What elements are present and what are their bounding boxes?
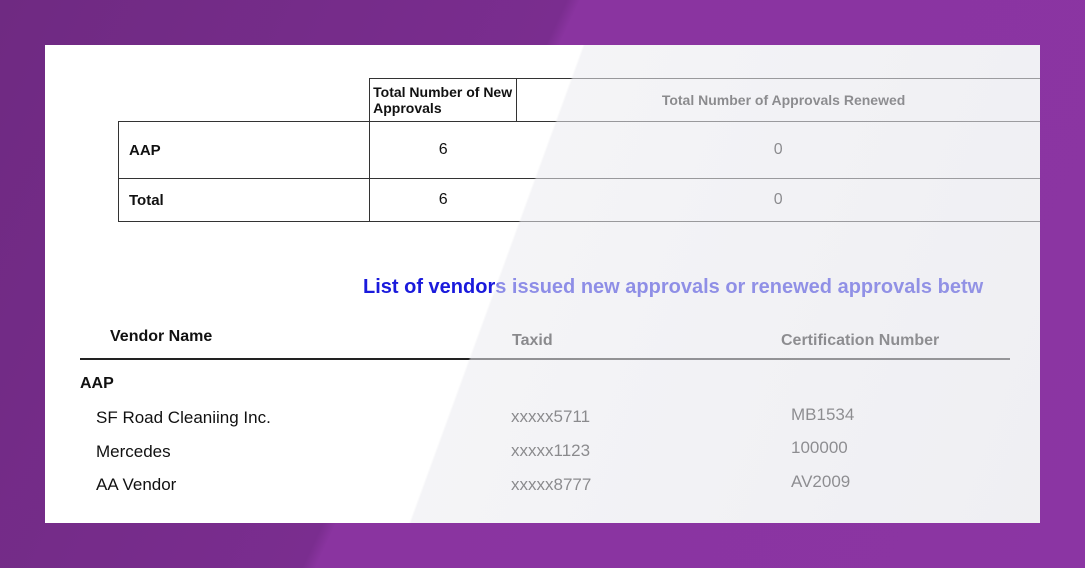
- vendor-name-3: AA Vendor: [96, 475, 177, 494]
- vendor-cert-2: 100000: [791, 438, 848, 457]
- summary-header-row: Total Number of New Approvals Total Numb…: [119, 78, 1040, 122]
- summary-row-aap: AAP 6 0: [117, 121, 1040, 179]
- header-divider: [80, 358, 1010, 360]
- total-new-approvals: 6: [369, 178, 517, 222]
- summary-corner: [119, 79, 370, 122]
- vendor-cert-3: AV2009: [791, 472, 851, 491]
- vendor-cert-1: MB1534: [791, 405, 855, 424]
- summary-table: Total Number of New Approvals Total Numb…: [117, 78, 1040, 222]
- column-header-certification-number: Certification Number: [781, 332, 940, 349]
- vendor-group-label: AAP: [80, 375, 114, 392]
- total-approvals-renewed: 0: [516, 178, 1040, 222]
- vendor-taxid-3: xxxxx8777: [511, 475, 592, 494]
- vendor-list-title: List of vendors issued new approvals or …: [363, 276, 984, 298]
- row-label-total: Total: [117, 178, 371, 222]
- column-header-taxid: Taxid: [512, 332, 553, 349]
- vendor-name-1: SF Road Cleaniing Inc.: [96, 408, 271, 427]
- row-label-aap: AAP: [117, 121, 371, 179]
- header-approvals-renewed: Total Number of Approvals Renewed: [516, 78, 1040, 122]
- vendor-name-2: Mercedes: [96, 442, 171, 461]
- header-new-approvals: Total Number of New Approvals: [369, 78, 517, 122]
- vendor-taxid-2: xxxxx1123: [511, 441, 591, 460]
- aap-new-approvals: 6: [369, 121, 517, 179]
- report-page: Total Number of New Approvals Total Numb…: [45, 45, 1040, 523]
- summary-row-total: Total 6 0: [117, 178, 1040, 222]
- column-header-vendor-name: Vendor Name: [110, 328, 213, 345]
- aap-approvals-renewed: 0: [516, 121, 1040, 179]
- vendor-taxid-1: xxxxx5711: [511, 407, 591, 426]
